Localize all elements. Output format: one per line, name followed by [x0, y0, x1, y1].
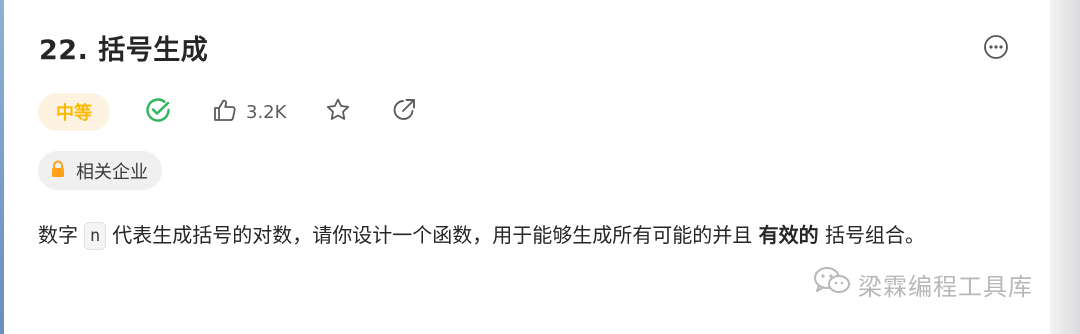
- description-text-3: 括号组合。: [824, 223, 925, 247]
- more-options-button[interactable]: [983, 34, 1009, 64]
- favorite-button[interactable]: [324, 96, 352, 128]
- problem-meta-row: 中等 3.2K: [38, 92, 418, 132]
- inline-code-n: n: [84, 222, 107, 250]
- related-companies-tag[interactable]: 相关企业: [38, 151, 162, 190]
- watermark-text: 梁霖编程工具库: [858, 272, 1033, 301]
- panel-scroll-edge: [1050, 0, 1080, 334]
- description-bold-text: 有效的: [758, 223, 819, 247]
- related-companies-label: 相关企业: [76, 161, 148, 183]
- problem-description: 数字 n 代表生成括号的对数，请你设计一个函数，用于能够生成所有可能的并且 有效的 …: [38, 216, 1008, 254]
- wechat-icon: [812, 266, 852, 302]
- description-text-2: 代表生成括号的对数，请你设计一个函数，用于能够生成所有可能的并且: [112, 223, 753, 247]
- problem-title: 22. 括号生成: [39, 35, 209, 66]
- star-icon: [324, 96, 352, 128]
- thumbs-up-icon: [212, 97, 238, 127]
- lock-icon: [50, 160, 66, 182]
- like-count: 3.2K: [246, 101, 287, 123]
- like-button[interactable]: 3.2K: [212, 97, 286, 127]
- background-window-edge: [0, 0, 4, 334]
- check-circle-icon: [144, 96, 172, 128]
- solved-status: [144, 96, 172, 128]
- watermark: 梁霖编程工具库: [812, 266, 1033, 302]
- description-text-1: 数字: [38, 223, 78, 247]
- more-horizontal-icon: [983, 34, 1009, 64]
- difficulty-badge: 中等: [38, 93, 110, 131]
- share-icon: [390, 96, 418, 128]
- share-button[interactable]: [390, 96, 418, 128]
